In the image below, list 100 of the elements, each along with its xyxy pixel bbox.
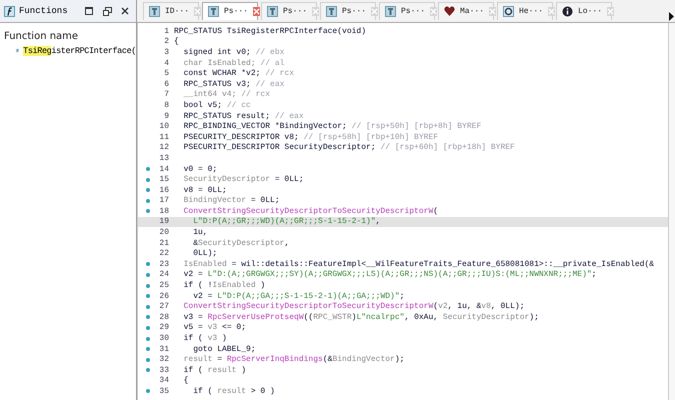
- line-number: 25: [159, 281, 170, 290]
- close-tab-button[interactable]: [194, 7, 202, 16]
- line-number: 17: [159, 196, 170, 206]
- close-icon: [430, 8, 438, 15]
- code-line: RPC_STATUS v3; // eax: [182, 80, 284, 89]
- code-line: RPC_BINDING_VECTOR *BindingVector; // [rsp+50h] [rbp+8h] BYREF: [182, 122, 482, 132]
- code-line: RPC_STATUS result; // eax: [182, 112, 304, 121]
- line-number: 23: [159, 260, 170, 269]
- line-number: 13: [159, 154, 170, 163]
- line-number: 19: [159, 217, 170, 226]
- editor-tab[interactable]: Ma···: [438, 2, 494, 20]
- close-tab-button[interactable]: [489, 7, 496, 16]
- line-number: 7: [164, 90, 170, 100]
- line-number: 31: [159, 344, 170, 354]
- code-line: IsEnabled = wil::details::FeatureImpl<__WilFeatureTraits_Feature_658081081>::__private_IsEnabled(&: [182, 260, 654, 269]
- restore-button[interactable]: [100, 4, 114, 18]
- code-line: &SecurityDescriptor,: [192, 238, 290, 248]
- close-tab-button[interactable]: [371, 7, 378, 16]
- line-number: 21: [159, 238, 170, 248]
- editor-tab[interactable]: Ps···: [202, 2, 258, 20]
- line-number: 1: [164, 26, 170, 36]
- code-line: if ( result > 0 ): [192, 386, 275, 396]
- close-icon: [607, 8, 614, 15]
- code-line: v3 = RpcServerUseProtseqW((RPC_WSTR)L"ncalrpc", 0xAu, SecurityDescriptor);: [182, 312, 539, 322]
- code-line: __int64 v4; // rcx: [182, 90, 270, 100]
- panel-title: Functions: [19, 6, 69, 16]
- editor-tab[interactable]: ID···: [143, 2, 199, 20]
- function-list-item[interactable]: TsiRegisterRPCInterface(: [23, 46, 136, 56]
- code-line: v2 = L"D:(A;;GRGWGX;;;SY)(A;;GRGWGX;;;LS)(A;;GR;;;NS)(A;;GR;;;IU)S:(ML;;NWNXNR;;;ME)";: [182, 270, 596, 280]
- line-number: 30: [159, 334, 170, 344]
- line-number: 29: [159, 323, 170, 332]
- line-number: 12: [159, 143, 170, 152]
- line-number: 9: [164, 112, 170, 121]
- code-line: PSECURITY_DESCRIPTOR v8; // [rsp+58h] [rbp+10h] BYREF: [182, 132, 438, 142]
- line-number: 6: [164, 80, 170, 89]
- column-header: Function name: [3, 30, 80, 44]
- line-number: 32: [159, 355, 170, 364]
- close-tab-button[interactable]: [607, 7, 614, 16]
- code-line: if ( result ): [182, 366, 246, 375]
- line-number: 27: [159, 302, 170, 312]
- scrollbar[interactable]: [668, 23, 675, 400]
- editor-tab[interactable]: Ps···: [320, 2, 376, 20]
- scroll-right-icon[interactable]: [669, 12, 674, 21]
- function-icon: [4, 6, 15, 16]
- code-line: if ( !IsEnabled ): [182, 281, 266, 290]
- line-number: 2: [164, 37, 170, 46]
- line-number: 22: [159, 249, 170, 258]
- restore-icon: [102, 6, 112, 16]
- line-number: 24: [159, 270, 170, 280]
- close-icon: [253, 8, 260, 15]
- close-tab-button[interactable]: [253, 7, 260, 16]
- line-number: 10: [159, 122, 170, 132]
- code-line: v8 = 0LL;: [182, 186, 227, 195]
- document-icon: [149, 6, 160, 17]
- maximize-button[interactable]: [82, 4, 96, 18]
- editor-tab[interactable]: Ps···: [379, 2, 435, 20]
- close-tab-button[interactable]: [312, 7, 320, 16]
- close-icon: [371, 8, 378, 15]
- document-icon: [208, 6, 219, 17]
- code-line: const WCHAR *v2; // rcx: [182, 69, 294, 78]
- line-number: 18: [159, 206, 170, 216]
- code-line: bool v5; // cc: [182, 100, 251, 110]
- editor-tab[interactable]: He···: [497, 2, 553, 20]
- line-number: 15: [159, 175, 170, 184]
- close-icon: [121, 7, 129, 15]
- code-line: L"D:P(A;;GR;;;WD)(A;;GR;;;S-1-15-2-1)",: [192, 217, 380, 226]
- line-number: 35: [159, 386, 170, 396]
- code-line: PSECURITY_DESCRIPTOR SecurityDescriptor; // [rsp+60h] [rbp+18h] BYREF: [182, 143, 515, 152]
- code-line: v5 = v3 <= 0;: [182, 323, 246, 332]
- line-number: 3: [164, 48, 170, 57]
- line-number: 5: [164, 69, 170, 78]
- code-line: ConvertStringSecurityDescriptorToSecurityDescriptorW(v2, 1u, &v8, 0LL);: [182, 302, 524, 312]
- document-icon: [267, 6, 278, 17]
- code-line: char IsEnabled; // al: [182, 58, 284, 68]
- document-icon: [385, 6, 396, 17]
- close-icon: [548, 8, 556, 15]
- code-line: {: [174, 37, 179, 46]
- maximize-icon: [85, 7, 93, 15]
- code-line: 1u,: [192, 228, 208, 238]
- line-number: 16: [159, 186, 170, 195]
- code-line: RPC_STATUS TsiRegisterRPCInterface(void): [174, 26, 366, 36]
- code-line: SecurityDescriptor = 0LL;: [182, 175, 304, 184]
- code-line: 0LL);: [192, 249, 218, 258]
- close-tab-button[interactable]: [430, 7, 438, 16]
- close-icon: [312, 8, 320, 15]
- code-line: result = RpcServerInqBindings(&BindingVector);: [182, 355, 404, 364]
- close-icon: [194, 8, 202, 15]
- code-line: BindingVector = 0LL;: [182, 196, 280, 206]
- line-number: 14: [159, 164, 170, 174]
- line-number: 8: [164, 100, 170, 110]
- code-line: if ( v3 ): [182, 334, 227, 344]
- close-tab-button[interactable]: [548, 7, 556, 16]
- editor-tab[interactable]: Lo···: [556, 2, 612, 20]
- line-number: 33: [159, 366, 170, 375]
- line-number: 26: [159, 292, 170, 301]
- heart-icon: [444, 6, 455, 17]
- code-line: signed int v0; // ebx: [182, 48, 284, 57]
- line-number: 20: [159, 228, 170, 238]
- editor-tab[interactable]: Ps···: [261, 2, 317, 20]
- code-line: v0 = 0;: [182, 164, 218, 174]
